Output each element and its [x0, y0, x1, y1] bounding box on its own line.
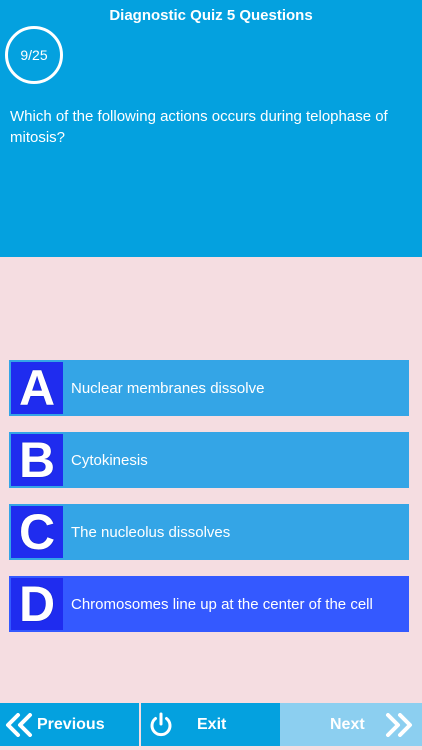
answer-letter-a: A	[11, 362, 63, 414]
next-label: Next	[330, 715, 365, 733]
answer-letter-c: C	[11, 506, 63, 558]
answer-option-d[interactable]: D Chromosomes line up at the center of t…	[9, 576, 409, 632]
answer-text-c: The nucleolus dissolves	[71, 523, 231, 541]
question-text: Which of the following actions occurs du…	[10, 108, 388, 146]
answer-option-a[interactable]: A Nuclear membranes dissolve	[9, 360, 409, 416]
double-chevron-right-icon	[385, 712, 413, 737]
answer-text-a: Nuclear membranes dissolve	[71, 379, 265, 397]
progress-indicator: 9/25	[5, 26, 63, 84]
answer-letter-b: B	[11, 434, 63, 486]
footer-nav: Previous Exit Next	[0, 703, 422, 750]
previous-label: Previous	[37, 715, 105, 733]
answer-option-c[interactable]: C The nucleolus dissolves	[9, 504, 409, 560]
answer-letter-d: D	[11, 578, 63, 630]
exit-label: Exit	[197, 715, 227, 733]
answer-text-b: Cytokinesis	[71, 451, 148, 469]
double-chevron-left-icon	[5, 712, 33, 737]
question-header: Diagnostic Quiz 5 Questions 9/25 Which o…	[0, 0, 422, 257]
answer-option-b[interactable]: B Cytokinesis	[9, 432, 409, 488]
power-icon	[147, 711, 175, 739]
previous-button[interactable]: Previous	[0, 703, 139, 746]
quiz-title: Diagnostic Quiz 5 Questions	[109, 7, 313, 24]
exit-button[interactable]: Exit	[141, 703, 280, 746]
answer-text-d: Chromosomes line up at the center of the…	[71, 595, 373, 613]
next-button[interactable]: Next	[280, 703, 422, 746]
